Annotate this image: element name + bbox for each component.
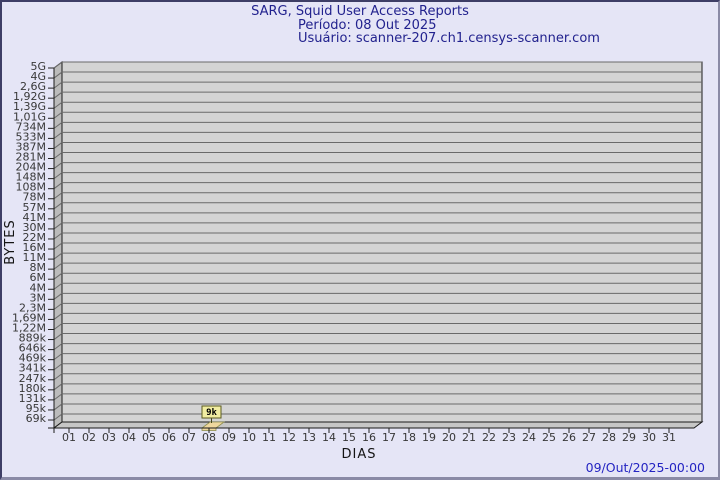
annotation-value-label: 9k xyxy=(206,408,217,418)
x-tick-label: 01 xyxy=(62,431,76,444)
plot-face xyxy=(61,61,703,423)
x-tick-label: 16 xyxy=(362,431,376,444)
y-axis-title: BYTES xyxy=(3,219,18,265)
x-tick-label: 09 xyxy=(222,431,236,444)
x-tick-label: 29 xyxy=(622,431,636,444)
x-tick-label: 15 xyxy=(342,431,356,444)
generation-timestamp: 09/Out/2025-00:00 xyxy=(585,460,705,475)
x-tick-label: 22 xyxy=(482,431,496,444)
x-tick-label: 10 xyxy=(242,431,256,444)
x-tick-label: 02 xyxy=(82,431,96,444)
x-tick-label: 26 xyxy=(562,431,576,444)
x-tick-label: 27 xyxy=(582,431,596,444)
bytes-per-day-chart: 5G4G2,6G1,92G1,39G1,01G734M533M387M281M2… xyxy=(3,60,704,462)
x-tick-label: 28 xyxy=(602,431,616,444)
x-tick-label: 13 xyxy=(302,431,316,444)
plot-floor xyxy=(52,421,704,429)
x-tick-label: 03 xyxy=(102,431,116,444)
x-tick-label: 24 xyxy=(522,431,536,444)
x-tick-label: 30 xyxy=(642,431,656,444)
x-tick-label: 14 xyxy=(322,431,336,444)
x-tick-label: 11 xyxy=(262,431,276,444)
x-tick-label: 08 xyxy=(202,431,216,444)
x-tick-label: 25 xyxy=(542,431,556,444)
x-axis-title: DIAS xyxy=(342,447,377,462)
x-tick-label: 18 xyxy=(402,431,416,444)
x-tick-label: 04 xyxy=(122,431,136,444)
x-tick-label: 19 xyxy=(422,431,436,444)
x-tick-label: 12 xyxy=(282,431,296,444)
y-tick-label: 69k xyxy=(26,412,47,425)
x-tick-label: 06 xyxy=(162,431,176,444)
x-tick-label: 07 xyxy=(182,431,196,444)
x-tick-label: 23 xyxy=(502,431,516,444)
x-tick-label: 17 xyxy=(382,431,396,444)
x-tick-label: 21 xyxy=(462,431,476,444)
x-tick-label: 05 xyxy=(142,431,156,444)
x-tick-label: 31 xyxy=(662,431,676,444)
x-tick-label: 20 xyxy=(442,431,456,444)
sarg-report-page: SARG, Squid User Access Reports Período:… xyxy=(0,0,720,480)
